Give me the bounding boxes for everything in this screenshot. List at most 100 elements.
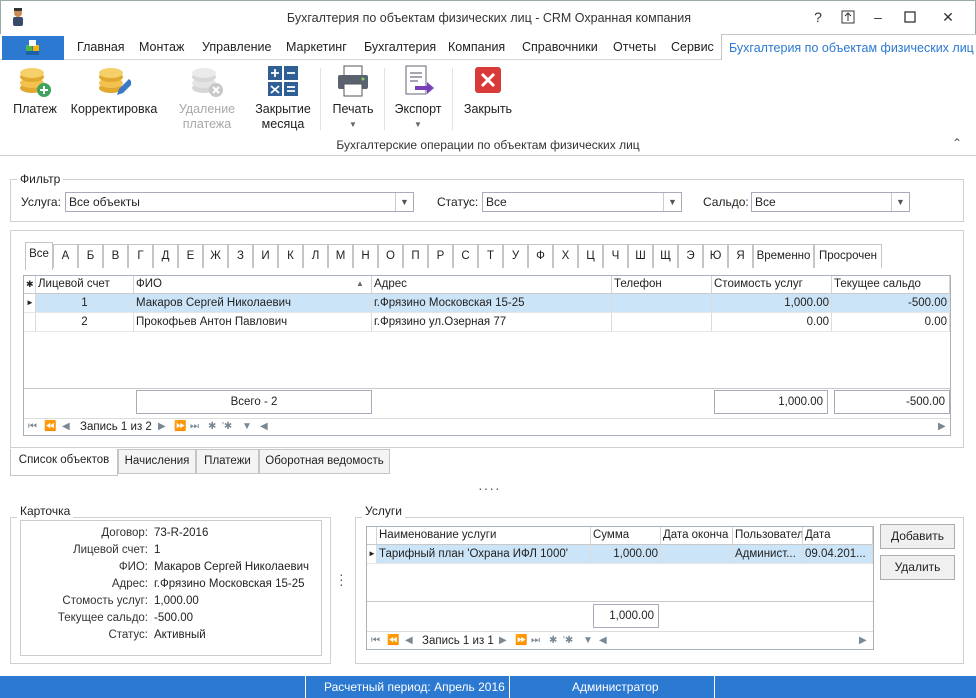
- pin-icon[interactable]: [833, 5, 863, 29]
- menu-marketing[interactable]: Маркетинг: [286, 40, 347, 54]
- nav-next-icon[interactable]: ▶: [158, 421, 166, 432]
- column-header[interactable]: Дата: [803, 527, 873, 545]
- letter-tab[interactable]: Щ: [653, 244, 678, 268]
- column-header[interactable]: ФИО: [134, 276, 372, 294]
- tab-accruals[interactable]: Начисления: [118, 449, 196, 474]
- status-select[interactable]: Все ▼: [482, 192, 682, 212]
- nav-add-icon[interactable]: ✱: [208, 421, 216, 432]
- close-icon[interactable]: ✕: [933, 5, 963, 29]
- column-header[interactable]: Адрес: [372, 276, 612, 294]
- scroll-right-icon[interactable]: ▶: [938, 421, 946, 432]
- nav-prev-page-icon[interactable]: ⏪: [44, 421, 56, 432]
- correction-button[interactable]: Корректировка: [68, 64, 160, 117]
- maximize-icon[interactable]: [895, 5, 925, 29]
- nav-edit-icon[interactable]: '✱: [563, 635, 573, 646]
- vertical-splitter-handle[interactable]: · · ·: [339, 567, 344, 591]
- table-row[interactable]: ► Тарифный план 'Охрана ИФЛ 1000' 1,000.…: [367, 545, 873, 564]
- delete-service-button[interactable]: Удалить: [880, 555, 955, 580]
- tab-turnover[interactable]: Оборотная ведомость: [259, 449, 390, 474]
- close-button[interactable]: Закрыть: [460, 64, 516, 117]
- letter-tab[interactable]: Ю: [703, 244, 728, 268]
- nav-first-icon[interactable]: ⏮: [28, 421, 37, 432]
- menu-references[interactable]: Справочники: [522, 40, 598, 54]
- delete-payment-button[interactable]: Удаление платежа: [172, 64, 242, 132]
- column-header[interactable]: Пользовател: [733, 527, 803, 545]
- letter-tab[interactable]: Я: [728, 244, 753, 268]
- menu-montage[interactable]: Монтаж: [139, 40, 184, 54]
- letter-tab[interactable]: О: [378, 244, 403, 268]
- help-button[interactable]: ?: [803, 5, 833, 29]
- letter-tab[interactable]: В: [103, 244, 128, 268]
- letter-tab[interactable]: Ж: [203, 244, 228, 268]
- letter-tab[interactable]: Л: [303, 244, 328, 268]
- column-header[interactable]: Лицевой счет: [36, 276, 134, 294]
- letter-tab[interactable]: Т: [478, 244, 503, 268]
- letter-tab[interactable]: Г: [128, 244, 153, 268]
- scroll-left-icon[interactable]: ◀: [260, 421, 268, 432]
- menu-company[interactable]: Компания: [448, 40, 505, 54]
- payment-button[interactable]: Платеж: [8, 64, 62, 117]
- splitter-handle[interactable]: ····: [478, 480, 500, 496]
- letter-tab[interactable]: Ч: [603, 244, 628, 268]
- nav-prev-icon[interactable]: ◀: [405, 635, 413, 646]
- nav-prev-icon[interactable]: ◀: [62, 421, 70, 432]
- letter-tab[interactable]: П: [403, 244, 428, 268]
- close-month-button[interactable]: Закрытие месяца: [250, 64, 316, 132]
- nav-next-page-icon[interactable]: ⏩: [515, 635, 527, 646]
- letter-tab[interactable]: М: [328, 244, 353, 268]
- add-service-button[interactable]: Добавить: [880, 524, 955, 549]
- nav-edit-icon[interactable]: '✱: [222, 421, 232, 432]
- nav-add-icon[interactable]: ✱: [549, 635, 557, 646]
- nav-filter-icon[interactable]: ▼: [583, 635, 593, 646]
- letter-tab[interactable]: Б: [78, 244, 103, 268]
- letter-tab[interactable]: Э: [678, 244, 703, 268]
- letter-tab[interactable]: Ц: [578, 244, 603, 268]
- column-header[interactable]: Текущее сальдо: [832, 276, 950, 294]
- letter-tab[interactable]: Н: [353, 244, 378, 268]
- letter-tab[interactable]: Просрочен: [814, 244, 882, 268]
- letter-tab[interactable]: Е: [178, 244, 203, 268]
- letter-tab[interactable]: З: [228, 244, 253, 268]
- letter-tab[interactable]: Ш: [628, 244, 653, 268]
- service-select[interactable]: Все объекты ▼: [65, 192, 414, 212]
- letter-tab[interactable]: Р: [428, 244, 453, 268]
- tab-objects-list[interactable]: Список объектов: [10, 449, 118, 476]
- scroll-right-icon[interactable]: ▶: [859, 635, 867, 646]
- menu-accounting[interactable]: Бухгалтерия: [364, 40, 436, 54]
- column-header[interactable]: Телефон: [612, 276, 712, 294]
- letter-tab[interactable]: Временно: [753, 244, 814, 268]
- nav-first-icon[interactable]: ⏮: [371, 635, 380, 646]
- letter-tab[interactable]: У: [503, 244, 528, 268]
- letter-tab[interactable]: С: [453, 244, 478, 268]
- letter-tab[interactable]: Все: [25, 242, 53, 270]
- column-header[interactable]: Сумма: [591, 527, 661, 545]
- horizontal-scrollbar[interactable]: [274, 424, 934, 431]
- nav-last-icon[interactable]: ⏭: [190, 421, 199, 432]
- table-row[interactable]: 2 Прокофьев Антон Павлович г.Фрязино ул.…: [24, 313, 950, 332]
- menu-service[interactable]: Сервис: [671, 40, 714, 54]
- tab-payments[interactable]: Платежи: [196, 449, 259, 474]
- letter-tab[interactable]: К: [278, 244, 303, 268]
- nav-filter-icon[interactable]: ▼: [242, 421, 252, 432]
- letter-tab[interactable]: Д: [153, 244, 178, 268]
- menu-management[interactable]: Управление: [202, 40, 272, 54]
- print-button[interactable]: Печать ▼: [326, 64, 380, 132]
- nav-last-icon[interactable]: ⏭: [531, 635, 540, 646]
- nav-prev-page-icon[interactable]: ⏪: [387, 635, 399, 646]
- column-header[interactable]: Стоимость услуг: [712, 276, 832, 294]
- column-header[interactable]: Дата оконча: [661, 527, 733, 545]
- menu-main[interactable]: Главная: [77, 40, 125, 54]
- letter-tab[interactable]: Х: [553, 244, 578, 268]
- column-header[interactable]: Наименование услуги: [377, 527, 591, 545]
- letter-tab[interactable]: И: [253, 244, 278, 268]
- saldo-select[interactable]: Все ▼: [751, 192, 910, 212]
- app-menu-button[interactable]: [2, 36, 64, 60]
- minimize-icon[interactable]: –: [863, 5, 893, 29]
- letter-tab[interactable]: А: [53, 244, 78, 268]
- scroll-left-icon[interactable]: ◀: [599, 635, 607, 646]
- nav-next-icon[interactable]: ▶: [499, 635, 507, 646]
- menu-reports[interactable]: Отчеты: [613, 40, 656, 54]
- nav-next-page-icon[interactable]: ⏩: [174, 421, 186, 432]
- table-row[interactable]: ► 1 Макаров Сергей Николаевич г.Фрязино …: [24, 294, 950, 313]
- letter-tab[interactable]: Ф: [528, 244, 553, 268]
